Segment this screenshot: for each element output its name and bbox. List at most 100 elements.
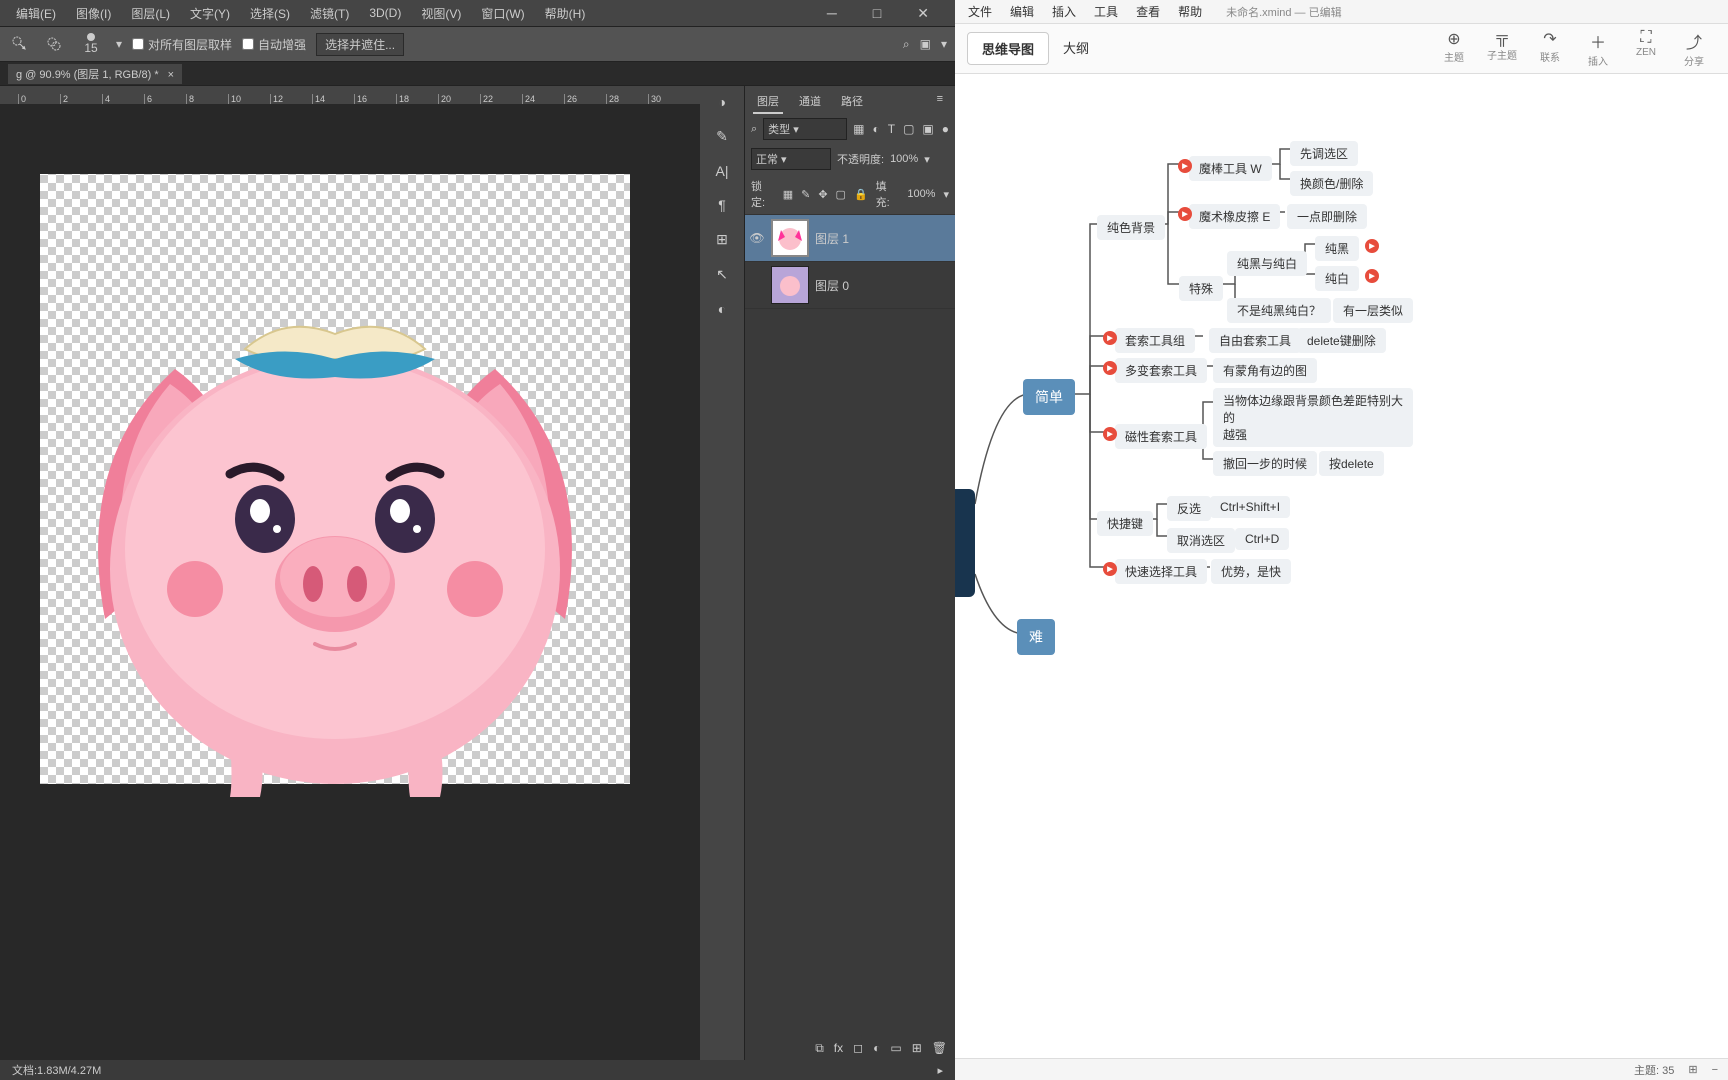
fx-icon[interactable]: fx: [834, 1041, 843, 1056]
menu-insert[interactable]: 插入: [1043, 0, 1085, 23]
glyphs-icon[interactable]: ⊞: [716, 231, 728, 248]
node-lasso[interactable]: 套索工具组: [1115, 328, 1195, 353]
node-white[interactable]: 纯白: [1315, 266, 1359, 291]
menu-filter[interactable]: 滤镜(T): [300, 1, 359, 26]
visibility-icon[interactable]: 👁: [749, 231, 765, 245]
layer-row[interactable]: 图层 0: [745, 262, 955, 309]
close-icon[interactable]: ✕: [907, 1, 939, 26]
marker-icon[interactable]: [1103, 427, 1117, 441]
node-root[interactable]: [955, 489, 975, 597]
menu-edit[interactable]: 编辑: [1001, 0, 1043, 23]
select-and-mask-button[interactable]: 选择并遮住...: [316, 33, 404, 56]
node-eraser1[interactable]: 一点即删除: [1287, 204, 1367, 229]
marker-icon[interactable]: [1178, 207, 1192, 221]
sample-all-checkbox[interactable]: 对所有图层取样: [132, 36, 232, 53]
layer-row[interactable]: 👁 图层 1: [745, 215, 955, 262]
node-quicknote[interactable]: 优势，是快: [1211, 559, 1291, 584]
node-polynote[interactable]: 有蒙角有边的图: [1213, 358, 1317, 383]
quick-select-tool-icon[interactable]: [8, 32, 32, 56]
tab-mindmap[interactable]: 思维导图: [967, 32, 1049, 65]
panel-menu-icon[interactable]: ≡: [933, 90, 947, 114]
node-wand[interactable]: 魔棒工具 W: [1189, 156, 1272, 181]
chevron-down-icon[interactable]: ▾: [943, 188, 949, 201]
node-special[interactable]: 特殊: [1179, 276, 1223, 301]
menu-view[interactable]: 视图(V): [411, 1, 471, 26]
tool-subtopic[interactable]: ╦子主题: [1478, 29, 1526, 68]
filter-smart-icon[interactable]: ▣: [922, 122, 933, 136]
node-deletekey[interactable]: delete键删除: [1297, 328, 1386, 353]
add-selection-icon[interactable]: [42, 32, 66, 56]
tab-channels[interactable]: 通道: [795, 90, 825, 114]
lock-all-icon[interactable]: 🔒: [854, 188, 868, 201]
layer-name[interactable]: 图层 1: [815, 230, 849, 247]
doc-info[interactable]: 文档:1.83M/4.27M: [12, 1062, 101, 1078]
history-icon[interactable]: ◑: [718, 94, 726, 110]
node-deselectkey[interactable]: Ctrl+D: [1235, 528, 1289, 550]
node-pressdel[interactable]: 按delete: [1319, 451, 1384, 476]
fill-value[interactable]: 100%: [907, 188, 935, 200]
lock-pixel-icon[interactable]: ✎: [801, 188, 810, 201]
node-poly[interactable]: 多变套索工具: [1115, 358, 1207, 383]
menu-window[interactable]: 窗口(W): [471, 1, 534, 26]
node-notbw[interactable]: 不是纯黑纯白？: [1227, 298, 1331, 323]
tab-paths[interactable]: 路径: [837, 90, 867, 114]
menu-file[interactable]: 文件: [959, 0, 1001, 23]
group-icon[interactable]: ▭: [890, 1041, 901, 1056]
document-tab[interactable]: g @ 90.9% (图层 1, RGB/8) * ×: [8, 64, 182, 84]
workspace-icon[interactable]: ▣: [920, 37, 931, 51]
adjustment-icon[interactable]: ◐: [873, 1041, 880, 1056]
new-layer-icon[interactable]: ⊞: [912, 1041, 922, 1056]
marker-icon[interactable]: [1103, 331, 1117, 345]
node-eraser[interactable]: 魔术橡皮擦 E: [1189, 204, 1280, 229]
marker-icon[interactable]: [1103, 562, 1117, 576]
menu-layer[interactable]: 图层(L): [121, 1, 180, 26]
chevron-down-icon[interactable]: ▾: [924, 153, 930, 166]
brush-panel-icon[interactable]: ✎: [716, 128, 728, 145]
menu-select[interactable]: 选择(S): [240, 1, 300, 26]
opacity-value[interactable]: 100%: [890, 153, 918, 165]
layer-name[interactable]: 图层 0: [815, 277, 849, 294]
brush-preset[interactable]: 15: [76, 29, 106, 59]
char-icon[interactable]: A|: [716, 163, 729, 179]
search-icon[interactable]: ⌕: [903, 37, 910, 52]
maximize-icon[interactable]: □: [863, 1, 891, 26]
link-icon[interactable]: ⧉: [815, 1041, 824, 1056]
node-shortcut[interactable]: 快捷键: [1097, 511, 1153, 536]
filter-toggle-icon[interactable]: ●: [942, 122, 949, 136]
swatches-icon[interactable]: ◐: [718, 301, 726, 317]
filter-type[interactable]: 类型 ▾: [763, 118, 847, 140]
marker-icon[interactable]: [1103, 361, 1117, 375]
filter-adjust-icon[interactable]: ◐: [872, 122, 879, 136]
mindmap-canvas[interactable]: 简单 难 纯色背景 套索工具组 多变套索工具 磁性套索工具 快捷键 快速选择工具…: [955, 74, 1728, 1058]
node-invert[interactable]: 反选: [1167, 496, 1211, 521]
node-easy[interactable]: 简单: [1023, 379, 1075, 415]
lock-trans-icon[interactable]: ▦: [783, 188, 793, 201]
filter-shape-icon[interactable]: ▢: [903, 122, 914, 136]
layer-thumb[interactable]: [771, 219, 809, 257]
map-icon[interactable]: ⊞: [1688, 1063, 1697, 1076]
tool-zen[interactable]: ⛶ZEN: [1622, 29, 1670, 68]
marker-icon[interactable]: [1365, 239, 1379, 253]
lock-artboard-icon[interactable]: ▢: [836, 188, 846, 201]
node-notbwnote[interactable]: 有一层类似: [1333, 298, 1413, 323]
cursor-icon[interactable]: ↖: [716, 266, 728, 283]
node-wand2[interactable]: 换颜色/删除: [1290, 171, 1373, 196]
node-black[interactable]: 纯黑: [1315, 236, 1359, 261]
delete-icon[interactable]: 🗑: [932, 1041, 947, 1056]
menu-edit[interactable]: 编辑(E): [6, 1, 66, 26]
node-deselect[interactable]: 取消选区: [1167, 528, 1235, 553]
node-freelasso[interactable]: 自由套索工具: [1209, 328, 1301, 353]
canvas[interactable]: [40, 174, 630, 784]
node-magnote2[interactable]: 撤回一步的时候: [1213, 451, 1317, 476]
node-bw[interactable]: 纯黑与纯白: [1227, 251, 1307, 276]
paragraph-icon[interactable]: ¶: [718, 197, 726, 213]
node-pure-bg[interactable]: 纯色背景: [1097, 215, 1165, 240]
status-flyout-icon[interactable]: ▸: [937, 1064, 943, 1077]
node-quickselect[interactable]: 快速选择工具: [1115, 559, 1207, 584]
node-wand1[interactable]: 先调选区: [1290, 141, 1358, 166]
tab-outline[interactable]: 大纲: [1049, 32, 1103, 65]
menu-type[interactable]: 文字(Y): [180, 1, 240, 26]
node-magnetic[interactable]: 磁性套索工具: [1115, 424, 1207, 449]
menu-tools[interactable]: 工具: [1085, 0, 1127, 23]
node-hard[interactable]: 难: [1017, 619, 1055, 655]
